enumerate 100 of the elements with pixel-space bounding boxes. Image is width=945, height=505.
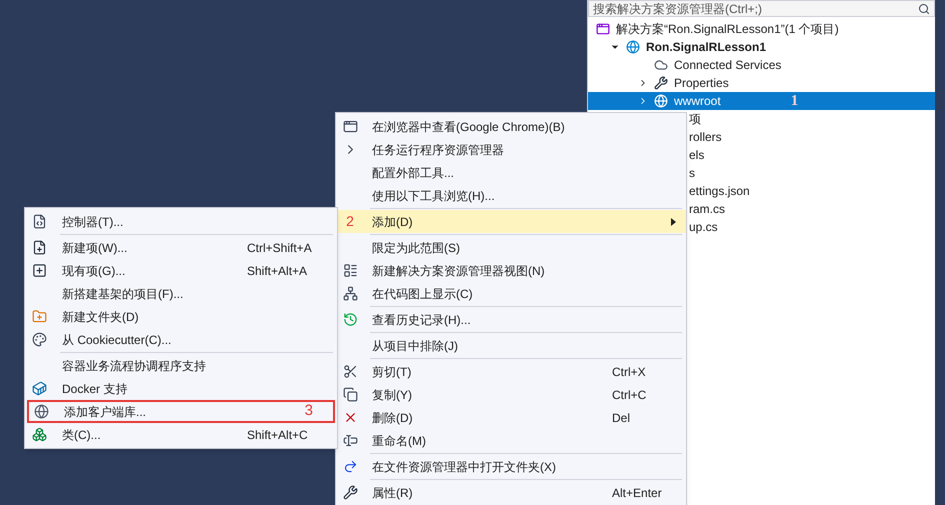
menu-item-label: 添加客户端库... <box>63 404 148 420</box>
search-field[interactable]: 搜索解决方案资源管理器(Ctrl+;) <box>588 0 935 17</box>
menu-item[interactable]: 配置外部工具... <box>336 161 686 184</box>
tree-item-label: up.cs <box>689 219 718 236</box>
menu-item[interactable]: 新建解决方案资源管理器视图(N) <box>336 259 686 282</box>
menu-item-label: 新建解决方案资源管理器视图(N) <box>371 262 546 280</box>
menu-item-label: 新建文件夹(D) <box>61 308 140 326</box>
menu-item[interactable]: 限定为此范围(S) <box>336 236 686 259</box>
scissors-icon <box>342 364 358 379</box>
menu-item-label: 现有项(G)... <box>61 262 126 280</box>
menu-item-label: 属性(R) <box>371 484 414 502</box>
menu-item[interactable]: 类(C)... Shift+Alt+C <box>25 423 337 446</box>
shortcut-text: Del <box>612 410 632 426</box>
browser-window-icon <box>342 119 358 134</box>
history-icon <box>342 312 358 327</box>
menu-item-label: Docker 支持 <box>61 380 128 398</box>
menu-item-label: 剪切(T) <box>371 364 412 380</box>
tree-item[interactable]: Ron.SignalRLesson1 <box>588 38 935 56</box>
menu-item-label: 复制(Y) <box>371 386 413 404</box>
menu-item-label: 使用以下工具浏览(H)... <box>371 188 496 204</box>
container-icon <box>32 381 47 396</box>
tree-item-label: Connected Services <box>674 57 782 74</box>
menu-item[interactable]: 删除(D) Del <box>336 406 686 429</box>
globe-icon <box>626 40 640 54</box>
tree-item-label: ettings.json <box>689 183 750 200</box>
tree-item-label: els <box>689 147 704 164</box>
menu-item[interactable]: 新建项(W)... Ctrl+Shift+A <box>25 236 337 259</box>
file-icon <box>32 214 47 229</box>
copy-icon <box>342 387 358 402</box>
menu-item[interactable]: 新建文件夹(D) <box>25 305 337 328</box>
menu-item[interactable]: 重命名(M) <box>336 429 686 452</box>
list-window-icon <box>342 263 358 278</box>
annotation-number: 2 <box>346 212 354 231</box>
globe-icon <box>654 94 668 108</box>
menu-item-label: 类(C)... <box>61 426 102 444</box>
tree-item-label: rollers <box>689 129 722 146</box>
tree-item-label: ram.cs <box>689 201 725 218</box>
tree-item-label: wwwroot <box>674 93 721 110</box>
menu-item-label: 任务运行程序资源管理器 <box>371 142 505 158</box>
tree-item-label: Ron.SignalRLesson1 <box>646 39 766 56</box>
menu-item[interactable]: 属性(R) Alt+Enter <box>336 481 686 504</box>
menu-item-label: 限定为此范围(S) <box>371 240 461 256</box>
globe-icon <box>34 404 49 419</box>
menu-item[interactable]: 复制(Y) Ctrl+C <box>336 383 686 406</box>
palette-icon <box>32 332 47 347</box>
menu-item[interactable]: Docker 支持 <box>25 377 337 400</box>
shortcut-text: Ctrl+X <box>612 364 647 380</box>
menu-item-label: 从项目中排除(J) <box>371 338 459 354</box>
menu-item[interactable]: 容器业务流程协调程序支持 <box>25 354 337 377</box>
search-icon <box>918 2 930 14</box>
menu-item-label: 重命名(M) <box>371 432 427 450</box>
menu-item-label: 从 Cookiecutter(C)... <box>61 332 172 348</box>
menu-item-label: 容器业务流程协调程序支持 <box>61 358 207 374</box>
new-file-icon <box>32 240 47 255</box>
menu-item[interactable]: 从 Cookiecutter(C)... <box>25 328 337 351</box>
menu-item-label: 在代码图上显示(C) <box>371 286 474 302</box>
menu-item-label: 控制器(T)... <box>61 214 124 230</box>
tree-item-label: s <box>689 165 695 182</box>
menu-item[interactable]: 现有项(G)... Shift+Alt+A <box>25 259 337 282</box>
menu-item[interactable]: 新搭建基架的项目(F)... <box>25 282 337 305</box>
wrench-icon <box>342 485 358 500</box>
menu-item-label: 配置外部工具... <box>371 164 456 182</box>
cloud-icon <box>654 58 668 72</box>
menu-item[interactable]: 添加客户端库... 3 <box>27 400 335 423</box>
menu-item-label: 在浏览器中查看(Google Chrome)(B) <box>371 118 566 136</box>
menu-item-label: 在文件资源管理器中打开文件夹(X) <box>371 458 557 476</box>
menu-item[interactable]: 使用以下工具浏览(H)... <box>336 184 686 207</box>
menu-item[interactable]: 在代码图上显示(C) <box>336 282 686 305</box>
shortcut-text: Shift+Alt+A <box>247 262 308 280</box>
hierarchy-icon <box>342 286 358 301</box>
shortcut-text: Alt+Enter <box>612 484 663 502</box>
menu-item[interactable]: 任务运行程序资源管理器 <box>336 138 686 161</box>
folder-icon <box>32 309 47 324</box>
tree-item[interactable]: wwwroot 1 <box>588 92 935 110</box>
menu-item-label: 查看历史记录(H)... <box>371 312 472 328</box>
menu-item-label: 添加(D) <box>371 214 414 230</box>
menu-item[interactable]: 剪切(T) Ctrl+X <box>336 360 686 383</box>
tree-item-label: 解决方案“Ron.SignalRLesson1”(1 个项目) <box>616 21 839 38</box>
tree-item[interactable]: 解决方案“Ron.SignalRLesson1”(1 个项目) <box>588 20 935 38</box>
tree-item[interactable]: Connected Services <box>588 56 935 74</box>
menu-item[interactable]: 在浏览器中查看(Google Chrome)(B) <box>336 115 686 138</box>
menu-item[interactable]: 控制器(T)... <box>25 210 337 233</box>
tree-item[interactable]: Properties <box>588 74 935 92</box>
shortcut-text: Ctrl+C <box>612 386 648 404</box>
menu-item[interactable]: 从项目中排除(J) <box>336 334 686 357</box>
menu-item[interactable]: 查看历史记录(H)... <box>336 308 686 331</box>
tree-item-label: 项 <box>689 111 701 128</box>
curved-arrow-icon <box>342 459 358 474</box>
shortcut-text: Shift+Alt+C <box>247 426 309 444</box>
menu-item-label: 新搭建基架的项目(F)... <box>61 286 184 302</box>
menu-item[interactable]: 在文件资源管理器中打开文件夹(X) <box>336 455 686 478</box>
solution-icon <box>596 22 610 36</box>
menu-item[interactable]: 2 添加(D) <box>336 210 686 233</box>
menu-item-label: 新建项(W)... <box>61 240 128 256</box>
annotation-number: 3 <box>304 401 313 422</box>
add-square-icon <box>32 263 47 278</box>
annotation-number: 1 <box>790 92 798 111</box>
wrench-icon <box>654 76 668 90</box>
shortcut-text: Ctrl+Shift+A <box>247 240 313 256</box>
tree-item-label: Properties <box>674 75 729 92</box>
